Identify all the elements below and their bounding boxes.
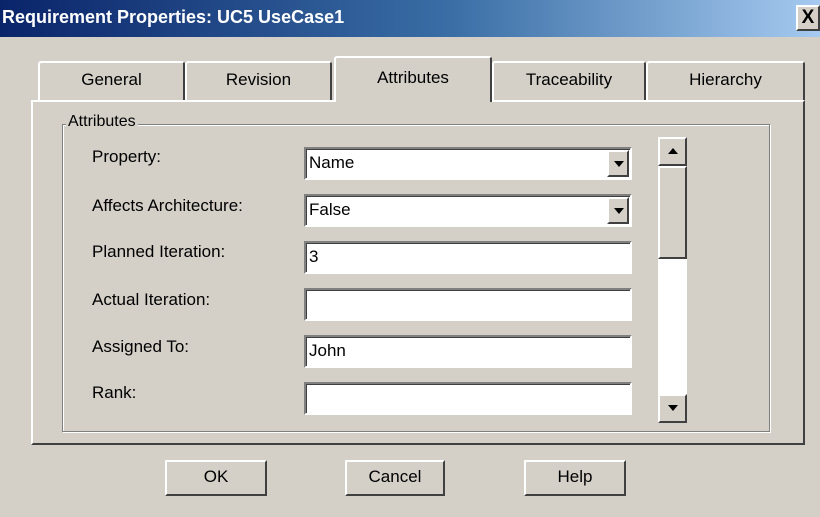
cancel-button-label: Cancel — [368, 467, 422, 486]
tab-hierarchy-label: Hierarchy — [689, 70, 762, 89]
affects-architecture-dropdown[interactable]: False — [304, 194, 632, 227]
close-button[interactable]: X — [796, 5, 820, 31]
assigned-to-label: Assigned To: — [92, 337, 190, 356]
attributes-group-label: Attributes — [66, 113, 138, 131]
tab-attributes-label: Attributes — [377, 68, 449, 87]
assigned-to-input[interactable]: John — [304, 335, 632, 368]
property-label: Property: — [92, 147, 161, 166]
planned-iteration-label: Planned Iteration: — [92, 242, 226, 261]
window-title: Requirement Properties: UC5 UseCase1 — [2, 7, 345, 27]
title-bar[interactable]: Requirement Properties: UC5 UseCase1 X — [0, 0, 820, 37]
rank-label: Rank: — [92, 383, 137, 402]
tab-general[interactable]: General — [38, 61, 185, 101]
help-button-label: Help — [557, 467, 593, 486]
rank-input[interactable] — [304, 382, 632, 415]
affects-architecture-value: False — [309, 200, 351, 219]
chevron-down-icon — [614, 161, 624, 167]
ok-button-label: OK — [203, 467, 229, 486]
scroll-down-arrow-icon — [668, 405, 678, 411]
chevron-down-icon — [614, 208, 624, 214]
property-dropdown-button[interactable] — [607, 150, 629, 177]
ok-button[interactable]: OK — [165, 460, 267, 496]
actual-iteration-input[interactable] — [304, 288, 632, 321]
planned-iteration-input[interactable]: 3 — [304, 241, 632, 274]
tab-hierarchy[interactable]: Hierarchy — [646, 61, 805, 101]
vertical-scrollbar[interactable] — [658, 137, 687, 423]
actual-iteration-label: Actual Iteration: — [92, 290, 211, 309]
tab-revision[interactable]: Revision — [185, 61, 332, 101]
property-dropdown[interactable]: Name — [304, 147, 632, 180]
affects-architecture-dropdown-button[interactable] — [607, 197, 629, 224]
scroll-up-button[interactable] — [658, 137, 687, 166]
help-button[interactable]: Help — [524, 460, 626, 496]
close-icon: X — [801, 7, 815, 28]
scroll-up-arrow-icon — [668, 148, 678, 154]
cancel-button[interactable]: Cancel — [345, 460, 445, 496]
affects-architecture-label: Affects Architecture: — [92, 196, 243, 215]
tab-general-label: General — [81, 70, 142, 89]
scroll-down-button[interactable] — [658, 394, 687, 423]
tab-attributes[interactable]: Attributes — [334, 56, 492, 102]
tab-revision-label: Revision — [225, 70, 292, 89]
tab-traceability-label: Traceability — [525, 70, 613, 89]
tab-traceability[interactable]: Traceability — [492, 61, 646, 101]
scroll-thumb[interactable] — [658, 166, 687, 259]
property-value: Name — [309, 153, 355, 172]
